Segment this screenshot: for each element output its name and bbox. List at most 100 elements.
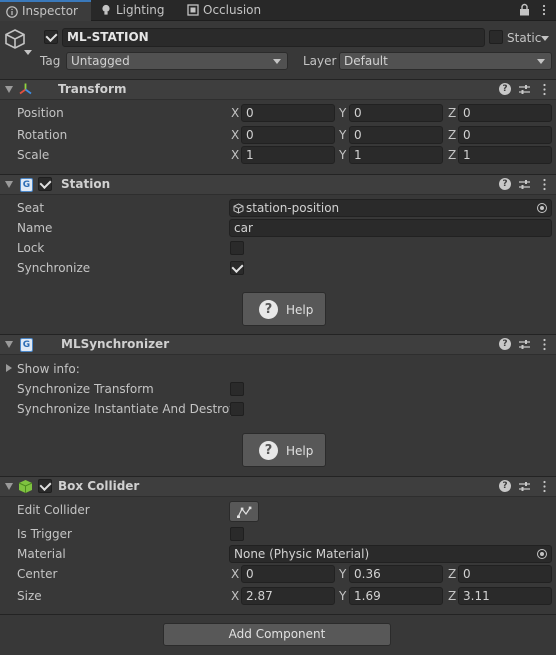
- seat-object-field[interactable]: station-position: [229, 199, 552, 217]
- foldout-arrow-icon[interactable]: [5, 483, 13, 490]
- object-name-text: ML-STATION: [67, 30, 149, 44]
- tag-dropdown[interactable]: Untagged: [66, 52, 288, 70]
- add-component-button[interactable]: Add Component: [163, 623, 391, 646]
- box-collider-enabled-checkbox[interactable]: [38, 479, 52, 493]
- position-x-field[interactable]: 0: [241, 104, 335, 122]
- help-label: Help: [286, 303, 314, 317]
- scale-y-field[interactable]: 1: [349, 146, 443, 164]
- help-icon[interactable]: ?: [499, 83, 511, 95]
- box-collider-header[interactable]: Box Collider ?: [0, 476, 556, 497]
- show-info-foldout-arrow-icon[interactable]: [6, 364, 12, 372]
- mlsynchronizer-title: MLSynchronizer: [61, 337, 170, 351]
- seat-label: Seat: [17, 201, 45, 215]
- foldout-arrow-icon[interactable]: [5, 86, 13, 93]
- position-z-field[interactable]: 0: [458, 104, 552, 122]
- size-z-field[interactable]: 3.11: [458, 587, 552, 605]
- sync-transform-checkbox[interactable]: [230, 382, 244, 396]
- static-label[interactable]: Static: [507, 29, 541, 47]
- is-trigger-checkbox[interactable]: [230, 527, 244, 541]
- transform-header[interactable]: Transform ?: [0, 79, 556, 100]
- station-enabled-checkbox[interactable]: [38, 177, 52, 191]
- icon-dropdown-arrow[interactable]: [24, 50, 32, 55]
- name-input[interactable]: car: [229, 219, 552, 237]
- foldout-arrow-icon[interactable]: [5, 341, 13, 348]
- lock-icon[interactable]: [519, 3, 530, 16]
- rotation-label: Rotation: [17, 128, 68, 142]
- static-dropdown-arrow[interactable]: [541, 36, 549, 41]
- rotation-z-field[interactable]: 0: [458, 126, 552, 144]
- tab-label: Inspector: [22, 4, 78, 18]
- lock-checkbox[interactable]: [230, 241, 244, 255]
- rotation-y-value: 0: [354, 128, 362, 142]
- help-icon: ?: [259, 441, 278, 460]
- center-x-field[interactable]: 0: [241, 565, 335, 583]
- sync-instantiate-label: Synchronize Instantiate And Destroy: [17, 402, 237, 416]
- help-icon[interactable]: ?: [499, 338, 511, 350]
- preset-sliders-icon[interactable]: [518, 178, 531, 191]
- material-value: None (Physic Material): [234, 547, 370, 561]
- name-value: car: [234, 221, 253, 235]
- center-z-value: 0: [463, 567, 471, 581]
- box-collider-icon: [18, 480, 33, 493]
- sync-instantiate-checkbox[interactable]: [230, 402, 244, 416]
- size-y-field[interactable]: 1.69: [349, 587, 443, 605]
- tab-lighting[interactable]: Lighting: [94, 0, 180, 21]
- tab-inspector[interactable]: Inspector: [0, 0, 91, 21]
- position-y-value: 0: [354, 106, 362, 120]
- kebab-menu-icon[interactable]: [538, 83, 551, 96]
- help-icon[interactable]: ?: [499, 178, 511, 190]
- y-axis-label: Y: [339, 106, 347, 120]
- static-checkbox[interactable]: [489, 30, 503, 44]
- y-axis-label: Y: [339, 567, 347, 581]
- kebab-menu-icon[interactable]: [538, 338, 551, 351]
- preset-sliders-icon[interactable]: [518, 83, 531, 96]
- z-axis-label: Z: [448, 567, 457, 581]
- object-picker-icon[interactable]: [537, 549, 547, 559]
- rotation-x-field[interactable]: 0: [241, 126, 335, 144]
- tag-value: Untagged: [71, 54, 130, 68]
- tab-label: Occlusion: [203, 3, 262, 17]
- help-icon[interactable]: ?: [499, 480, 511, 492]
- divider: [0, 614, 556, 615]
- edit-collider-button[interactable]: [229, 501, 259, 522]
- preset-sliders-icon[interactable]: [518, 338, 531, 351]
- station-header[interactable]: G Station ?: [0, 174, 556, 195]
- object-name-input[interactable]: ML-STATION: [62, 28, 485, 47]
- x-axis-label: X: [231, 567, 240, 581]
- chevron-down-icon: [537, 59, 545, 64]
- x-axis-label: X: [231, 148, 240, 162]
- y-axis-label: Y: [339, 128, 347, 142]
- scale-z-field[interactable]: 1: [458, 146, 552, 164]
- synchronize-checkbox[interactable]: [230, 261, 244, 275]
- x-axis-label: X: [231, 589, 240, 603]
- is-trigger-label: Is Trigger: [17, 527, 72, 541]
- chevron-down-icon: [273, 59, 281, 64]
- size-x-field[interactable]: 2.87: [241, 587, 335, 605]
- material-object-field[interactable]: None (Physic Material): [229, 545, 552, 563]
- layer-dropdown[interactable]: Default: [339, 52, 552, 70]
- center-y-field[interactable]: 0.36: [349, 565, 443, 583]
- show-info-foldout[interactable]: Show info:: [17, 360, 80, 378]
- active-checkbox[interactable]: [44, 30, 58, 44]
- position-y-field[interactable]: 0: [349, 104, 443, 122]
- preset-sliders-icon[interactable]: [518, 480, 531, 493]
- scale-x-field[interactable]: 1: [241, 146, 335, 164]
- size-label: Size: [17, 589, 42, 603]
- rotation-y-field[interactable]: 0: [349, 126, 443, 144]
- kebab-menu-icon[interactable]: [538, 4, 550, 16]
- rotation-z-value: 0: [463, 128, 471, 142]
- tab-occlusion[interactable]: Occlusion: [181, 0, 271, 21]
- station-help-button[interactable]: ? Help: [242, 292, 326, 326]
- scale-z-value: 1: [463, 148, 471, 162]
- foldout-arrow-icon[interactable]: [5, 181, 13, 188]
- sync-transform-label: Synchronize Transform: [17, 382, 154, 396]
- edit-collider-label: Edit Collider: [17, 503, 90, 517]
- mlsync-help-button[interactable]: ? Help: [242, 433, 326, 467]
- kebab-menu-icon[interactable]: [538, 480, 551, 493]
- kebab-menu-icon[interactable]: [538, 178, 551, 191]
- transform-cube-icon: [233, 203, 244, 214]
- object-picker-icon[interactable]: [537, 203, 547, 213]
- scale-label: Scale: [17, 148, 50, 162]
- mlsynchronizer-header[interactable]: G MLSynchronizer ?: [0, 334, 556, 355]
- center-z-field[interactable]: 0: [458, 565, 552, 583]
